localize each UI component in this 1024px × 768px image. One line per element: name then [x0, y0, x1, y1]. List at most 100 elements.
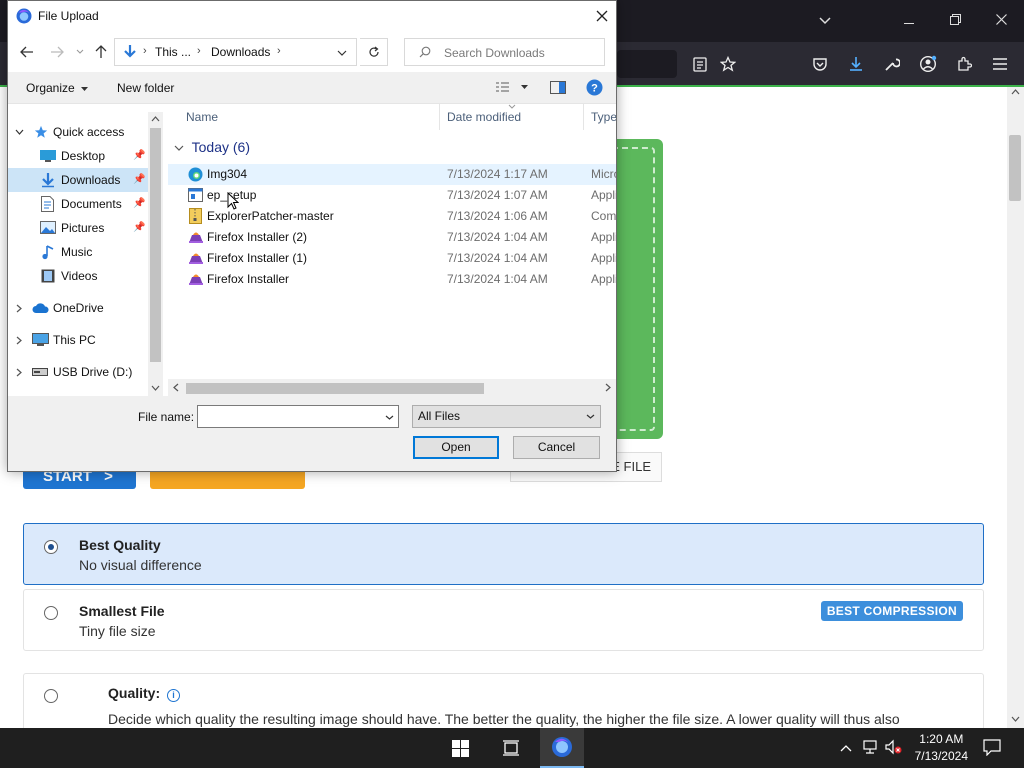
bookmark-star-icon[interactable] — [710, 42, 746, 86]
hscroll-thumb[interactable] — [186, 383, 484, 394]
organize-button[interactable]: Organize — [26, 81, 89, 95]
breadcrumb-downloads[interactable]: Downloads — [211, 45, 270, 59]
expand-chevron-icon[interactable] — [16, 304, 22, 313]
extensions-icon[interactable] — [946, 42, 982, 86]
expand-chevron-icon[interactable] — [16, 368, 22, 377]
option-best-quality[interactable]: Best Quality No visual difference — [23, 523, 984, 585]
radio-custom-quality[interactable] — [44, 689, 58, 703]
option-smallest-file[interactable]: Smallest File Tiny file size BEST COMPRE… — [23, 589, 984, 651]
nav-downloads[interactable]: Downloads 📌 — [8, 168, 148, 192]
pictures-icon — [40, 221, 56, 234]
option-custom-quality[interactable]: Quality: i Decide which quality the resu… — [23, 673, 984, 733]
pin-icon: 📌 — [133, 174, 146, 185]
music-icon — [42, 245, 54, 260]
up-icon[interactable] — [95, 45, 107, 59]
videos-icon — [41, 269, 55, 283]
restore-icon[interactable] — [932, 0, 978, 42]
group-header-today[interactable]: Today (6) — [174, 139, 250, 155]
menu-icon[interactable] — [982, 42, 1018, 86]
nav-music[interactable]: Music — [8, 240, 148, 264]
nav-this-pc[interactable]: This PC — [8, 328, 148, 352]
downloads-icon[interactable] — [838, 42, 874, 86]
page-scrollbar-thumb[interactable] — [1009, 135, 1021, 201]
column-header-type[interactable]: Type — [591, 104, 616, 130]
forward-icon[interactable] — [50, 46, 64, 58]
breadcrumb-this-pc[interactable]: This ... — [155, 45, 191, 59]
open-button[interactable]: Open — [413, 436, 499, 459]
expand-chevron-icon[interactable] — [16, 336, 22, 345]
back-icon[interactable] — [20, 46, 34, 58]
file-row[interactable]: Firefox Installer (1) 7/13/2024 1:04 AM … — [168, 248, 616, 269]
nav-pictures[interactable]: Pictures 📌 — [8, 216, 148, 240]
nav-onedrive[interactable]: OneDrive — [8, 296, 148, 320]
search-placeholder: Search Downloads — [444, 46, 545, 60]
refresh-icon[interactable] — [360, 38, 388, 66]
address-dropdown-icon[interactable] — [337, 50, 347, 56]
pocket-icon[interactable] — [802, 42, 838, 86]
file-type-select[interactable]: All Files — [412, 405, 601, 428]
file-upload-dialog: File Upload › This ... › Downloads › Sea… — [7, 0, 617, 472]
file-name: ExplorerPatcher-master — [207, 209, 334, 223]
cancel-button[interactable]: Cancel — [513, 436, 600, 459]
expand-chevron-icon[interactable] — [15, 129, 24, 135]
file-type: Appli — [591, 272, 616, 286]
show-hidden-icons-icon[interactable] — [840, 741, 852, 755]
command-bar: Organize New folder ? — [8, 72, 616, 104]
notifications-icon[interactable] — [983, 739, 1001, 759]
close-window-icon[interactable] — [978, 0, 1024, 42]
organize-label: Organize — [26, 81, 75, 95]
file-row[interactable]: Img304 7/13/2024 1:17 AM Micro — [168, 164, 616, 185]
zip-icon — [189, 208, 202, 224]
nav-desktop[interactable]: Desktop 📌 — [8, 144, 148, 168]
nav-pane-scrollbar[interactable] — [148, 112, 163, 396]
file-name-input[interactable] — [197, 405, 399, 428]
file-date: 7/13/2024 1:04 AM — [447, 251, 548, 265]
file-type: Appli — [591, 230, 616, 244]
help-icon[interactable]: ? — [586, 79, 603, 99]
address-bar[interactable]: › This ... › Downloads › — [114, 38, 357, 66]
view-options-icon[interactable] — [494, 80, 530, 97]
desktop-icon — [40, 150, 56, 162]
nav-quick-access[interactable]: Quick access — [8, 120, 148, 144]
choose-file-label: E FILE — [611, 459, 651, 474]
volume-muted-icon[interactable] — [885, 739, 903, 758]
url-bar-tail[interactable] — [617, 50, 677, 78]
radio-best-quality[interactable] — [44, 540, 58, 554]
column-header-name[interactable]: Name — [186, 104, 440, 130]
nav-scroll-thumb[interactable] — [150, 128, 161, 362]
task-view-icon[interactable] — [502, 740, 520, 759]
column-header-date[interactable]: Date modified — [447, 104, 584, 130]
account-icon[interactable] — [910, 42, 946, 86]
radio-smallest-file[interactable] — [44, 606, 58, 620]
new-folder-button[interactable]: New folder — [117, 81, 174, 95]
installer-icon — [189, 274, 203, 285]
recent-locations-icon[interactable] — [76, 49, 84, 54]
downloads-folder-icon — [124, 45, 136, 58]
documents-icon — [41, 196, 54, 212]
chevron-down-icon[interactable] — [385, 415, 394, 420]
file-row[interactable]: Firefox Installer 7/13/2024 1:04 AM Appl… — [168, 269, 616, 290]
file-list-hscrollbar[interactable] — [168, 379, 616, 396]
minimize-icon[interactable] — [886, 0, 932, 42]
taskbar-clock[interactable]: 1:20 AM 7/13/2024 — [915, 731, 968, 765]
search-icon — [419, 46, 431, 58]
network-icon[interactable] — [862, 739, 880, 758]
file-row[interactable]: Firefox Installer (2) 7/13/2024 1:04 AM … — [168, 227, 616, 248]
dialog-title: File Upload — [38, 9, 99, 23]
list-all-tabs-icon[interactable] — [802, 0, 848, 42]
nav-documents[interactable]: Documents 📌 — [8, 192, 148, 216]
preview-pane-icon[interactable] — [550, 81, 566, 97]
group-label: Today (6) — [191, 139, 250, 155]
nav-usb-drive[interactable]: USB Drive (D:) — [8, 360, 148, 384]
firefox-taskbar-button[interactable] — [540, 728, 584, 768]
nav-videos[interactable]: Videos — [8, 264, 148, 288]
pin-icon: 📌 — [133, 198, 146, 209]
search-downloads-input[interactable]: Search Downloads — [404, 38, 605, 66]
usb-drive-icon — [32, 368, 48, 376]
info-icon[interactable]: i — [167, 689, 181, 702]
app-icon — [188, 188, 203, 202]
windows-start-icon[interactable] — [452, 740, 469, 760]
option-title: Best Quality — [79, 537, 161, 553]
tools-icon[interactable] — [874, 42, 910, 86]
dialog-close-icon[interactable] — [590, 4, 614, 28]
